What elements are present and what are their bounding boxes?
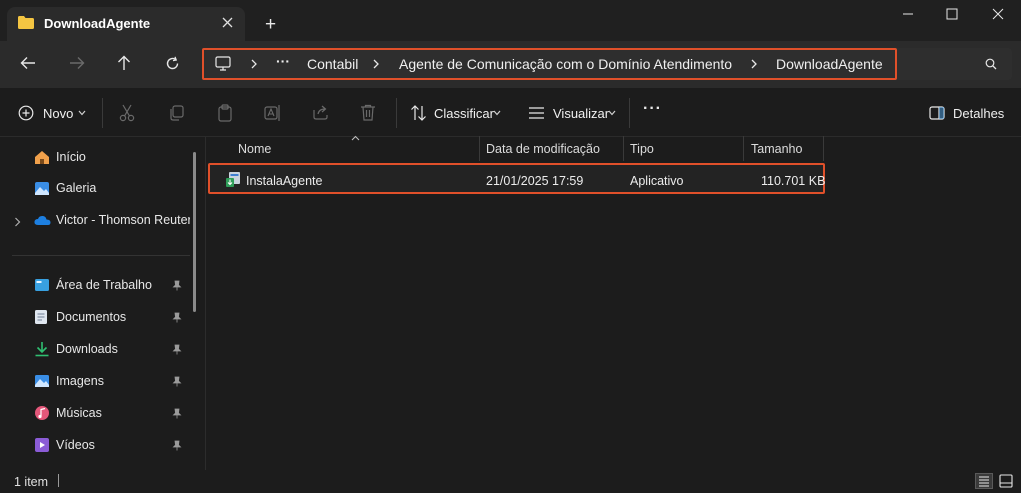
large-icons-view-icon[interactable]	[999, 474, 1013, 488]
sidebar-item-inicio[interactable]: Início	[34, 147, 194, 169]
file-name[interactable]: InstalaAgente	[246, 174, 322, 188]
divider	[102, 98, 103, 128]
breadcrumb-agente[interactable]: Agente de Comunicação com o Domínio Aten…	[399, 56, 732, 72]
status-divider	[58, 474, 59, 487]
pane-divider[interactable]	[205, 137, 206, 470]
details-pane-icon[interactable]	[929, 106, 945, 120]
home-icon	[34, 150, 50, 165]
sidebar-item-label: Downloads	[56, 342, 118, 356]
new-plus-icon[interactable]	[18, 105, 34, 121]
breadcrumb-contabil[interactable]: Contabil	[307, 56, 358, 72]
pictures-folder-icon	[34, 374, 50, 388]
divider	[629, 98, 630, 128]
sidebar-scrollbar[interactable]	[193, 152, 196, 312]
item-count: 1 item	[14, 475, 49, 489]
status-bar	[0, 470, 1021, 493]
view-button[interactable]: Visualizar	[553, 106, 609, 121]
column-divider[interactable]	[743, 136, 744, 161]
gallery-icon	[34, 181, 50, 196]
refresh-icon[interactable]	[165, 56, 180, 71]
new-tab-button[interactable]: +	[265, 14, 276, 36]
copy-icon[interactable]	[168, 105, 184, 121]
pin-icon[interactable]	[172, 280, 182, 291]
search-icon[interactable]	[985, 58, 997, 70]
chevron-down-icon[interactable]	[493, 110, 501, 116]
sidebar-item-music[interactable]: Músicas	[34, 403, 194, 425]
close-tab-icon[interactable]	[222, 17, 233, 28]
maximize-button[interactable]	[946, 8, 958, 20]
file-size: 110.701 KB	[761, 174, 826, 188]
pin-icon[interactable]	[172, 312, 182, 323]
forward-arrow-icon[interactable]	[69, 56, 85, 70]
file-type: Aplicativo	[630, 174, 684, 188]
delete-icon[interactable]	[360, 104, 376, 121]
sidebar-item-label: Vídeos	[56, 438, 95, 452]
sort-ascending-icon	[351, 135, 360, 141]
expand-chevron-icon[interactable]	[14, 217, 21, 227]
view-icon[interactable]	[528, 107, 545, 119]
column-divider[interactable]	[823, 136, 824, 161]
videos-folder-icon	[34, 437, 50, 453]
command-bar	[0, 88, 1021, 137]
sidebar-item-videos[interactable]: Vídeos	[34, 435, 194, 457]
rename-icon[interactable]	[264, 104, 282, 122]
chevron-right-icon[interactable]	[750, 59, 758, 69]
sidebar-item-documents[interactable]: Documentos	[34, 307, 194, 329]
details-button[interactable]: Detalhes	[953, 106, 1004, 121]
folder-icon	[18, 16, 34, 29]
file-modified: 21/01/2025 17:59	[486, 174, 584, 188]
sidebar-item-label: Galeria	[56, 181, 97, 195]
sidebar-item-label: Músicas	[56, 406, 102, 420]
sidebar-item-label: Documentos	[56, 310, 127, 324]
sidebar-item-label: Victor - Thomson Reuters	[56, 213, 190, 227]
sidebar-item-pictures[interactable]: Imagens	[34, 371, 194, 393]
pin-icon[interactable]	[172, 440, 182, 451]
column-divider[interactable]	[623, 136, 624, 161]
downloads-folder-icon	[34, 341, 50, 357]
share-icon[interactable]	[312, 104, 330, 120]
sidebar-item-label: Imagens	[56, 374, 104, 388]
onedrive-icon	[34, 215, 51, 226]
chevron-down-icon[interactable]	[78, 110, 86, 116]
up-arrow-icon[interactable]	[117, 55, 131, 71]
chevron-down-icon[interactable]	[608, 110, 616, 116]
sidebar-item-onedrive[interactable]: Victor - Thomson Reuters	[34, 210, 194, 232]
column-header-modified[interactable]: Data de modificação	[486, 142, 600, 156]
chevron-right-icon[interactable]	[372, 59, 380, 69]
column-header-type[interactable]: Tipo	[630, 142, 654, 156]
desktop-folder-icon	[34, 278, 50, 292]
divider	[396, 98, 397, 128]
more-options-button[interactable]: ···	[643, 100, 662, 118]
chevron-right-icon[interactable]	[250, 59, 258, 69]
music-folder-icon	[34, 405, 50, 421]
sidebar-item-desktop[interactable]: Área de Trabalho	[34, 275, 194, 297]
back-arrow-icon[interactable]	[20, 56, 36, 70]
new-button[interactable]: Novo	[43, 106, 73, 121]
minimize-button[interactable]	[902, 8, 914, 20]
documents-folder-icon	[34, 309, 48, 325]
column-header-size[interactable]: Tamanho	[751, 142, 802, 156]
cut-icon[interactable]	[119, 104, 135, 122]
column-divider[interactable]	[479, 136, 480, 161]
pin-icon[interactable]	[172, 344, 182, 355]
column-header-name[interactable]: Nome	[238, 142, 271, 156]
sort-icon[interactable]	[410, 105, 428, 121]
sidebar-item-galeria[interactable]: Galeria	[34, 178, 194, 200]
tab-title: DownloadAgente	[44, 16, 151, 31]
pin-icon[interactable]	[172, 408, 182, 419]
sidebar-item-label: Área de Trabalho	[56, 278, 152, 292]
sort-button[interactable]: Classificar	[434, 106, 494, 121]
sidebar-divider	[12, 255, 190, 256]
sidebar-item-downloads[interactable]: Downloads	[34, 339, 194, 361]
breadcrumb-downloadagente[interactable]: DownloadAgente	[776, 56, 883, 72]
close-window-button[interactable]	[992, 8, 1004, 20]
sidebar-item-label: Início	[56, 150, 86, 164]
pin-icon[interactable]	[172, 376, 182, 387]
paste-icon[interactable]	[217, 104, 233, 122]
details-view-icon[interactable]	[975, 473, 993, 489]
breadcrumb-overflow[interactable]: ···	[276, 53, 290, 69]
computer-icon[interactable]	[215, 56, 231, 71]
installer-app-icon	[225, 171, 241, 188]
